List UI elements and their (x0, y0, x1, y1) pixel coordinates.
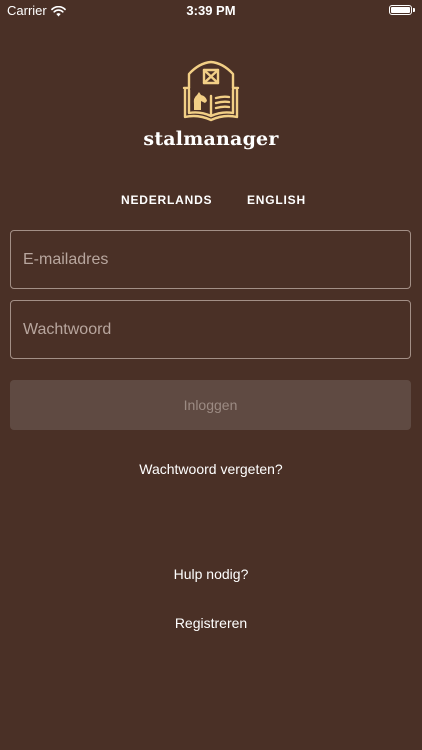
register-link[interactable]: Registreren (0, 615, 422, 631)
barn-book-horse-icon (181, 60, 241, 124)
brand-name: stalmanager (143, 128, 279, 150)
language-option-nederlands[interactable]: NEDERLANDS (121, 193, 212, 207)
status-bar: Carrier 3:39 PM (0, 0, 422, 22)
battery-nub (413, 8, 415, 12)
login-button[interactable]: Inloggen (10, 380, 411, 430)
email-input[interactable] (11, 231, 410, 288)
battery-icon (389, 5, 412, 15)
language-option-english[interactable]: ENGLISH (247, 193, 306, 207)
password-input[interactable] (11, 301, 410, 358)
help-link[interactable]: Hulp nodig? (0, 566, 422, 582)
password-field[interactable] (10, 300, 411, 359)
email-field[interactable] (10, 230, 411, 289)
forgot-password-link[interactable]: Wachtwoord vergeten? (0, 461, 422, 477)
clock-label: 3:39 PM (186, 3, 236, 18)
